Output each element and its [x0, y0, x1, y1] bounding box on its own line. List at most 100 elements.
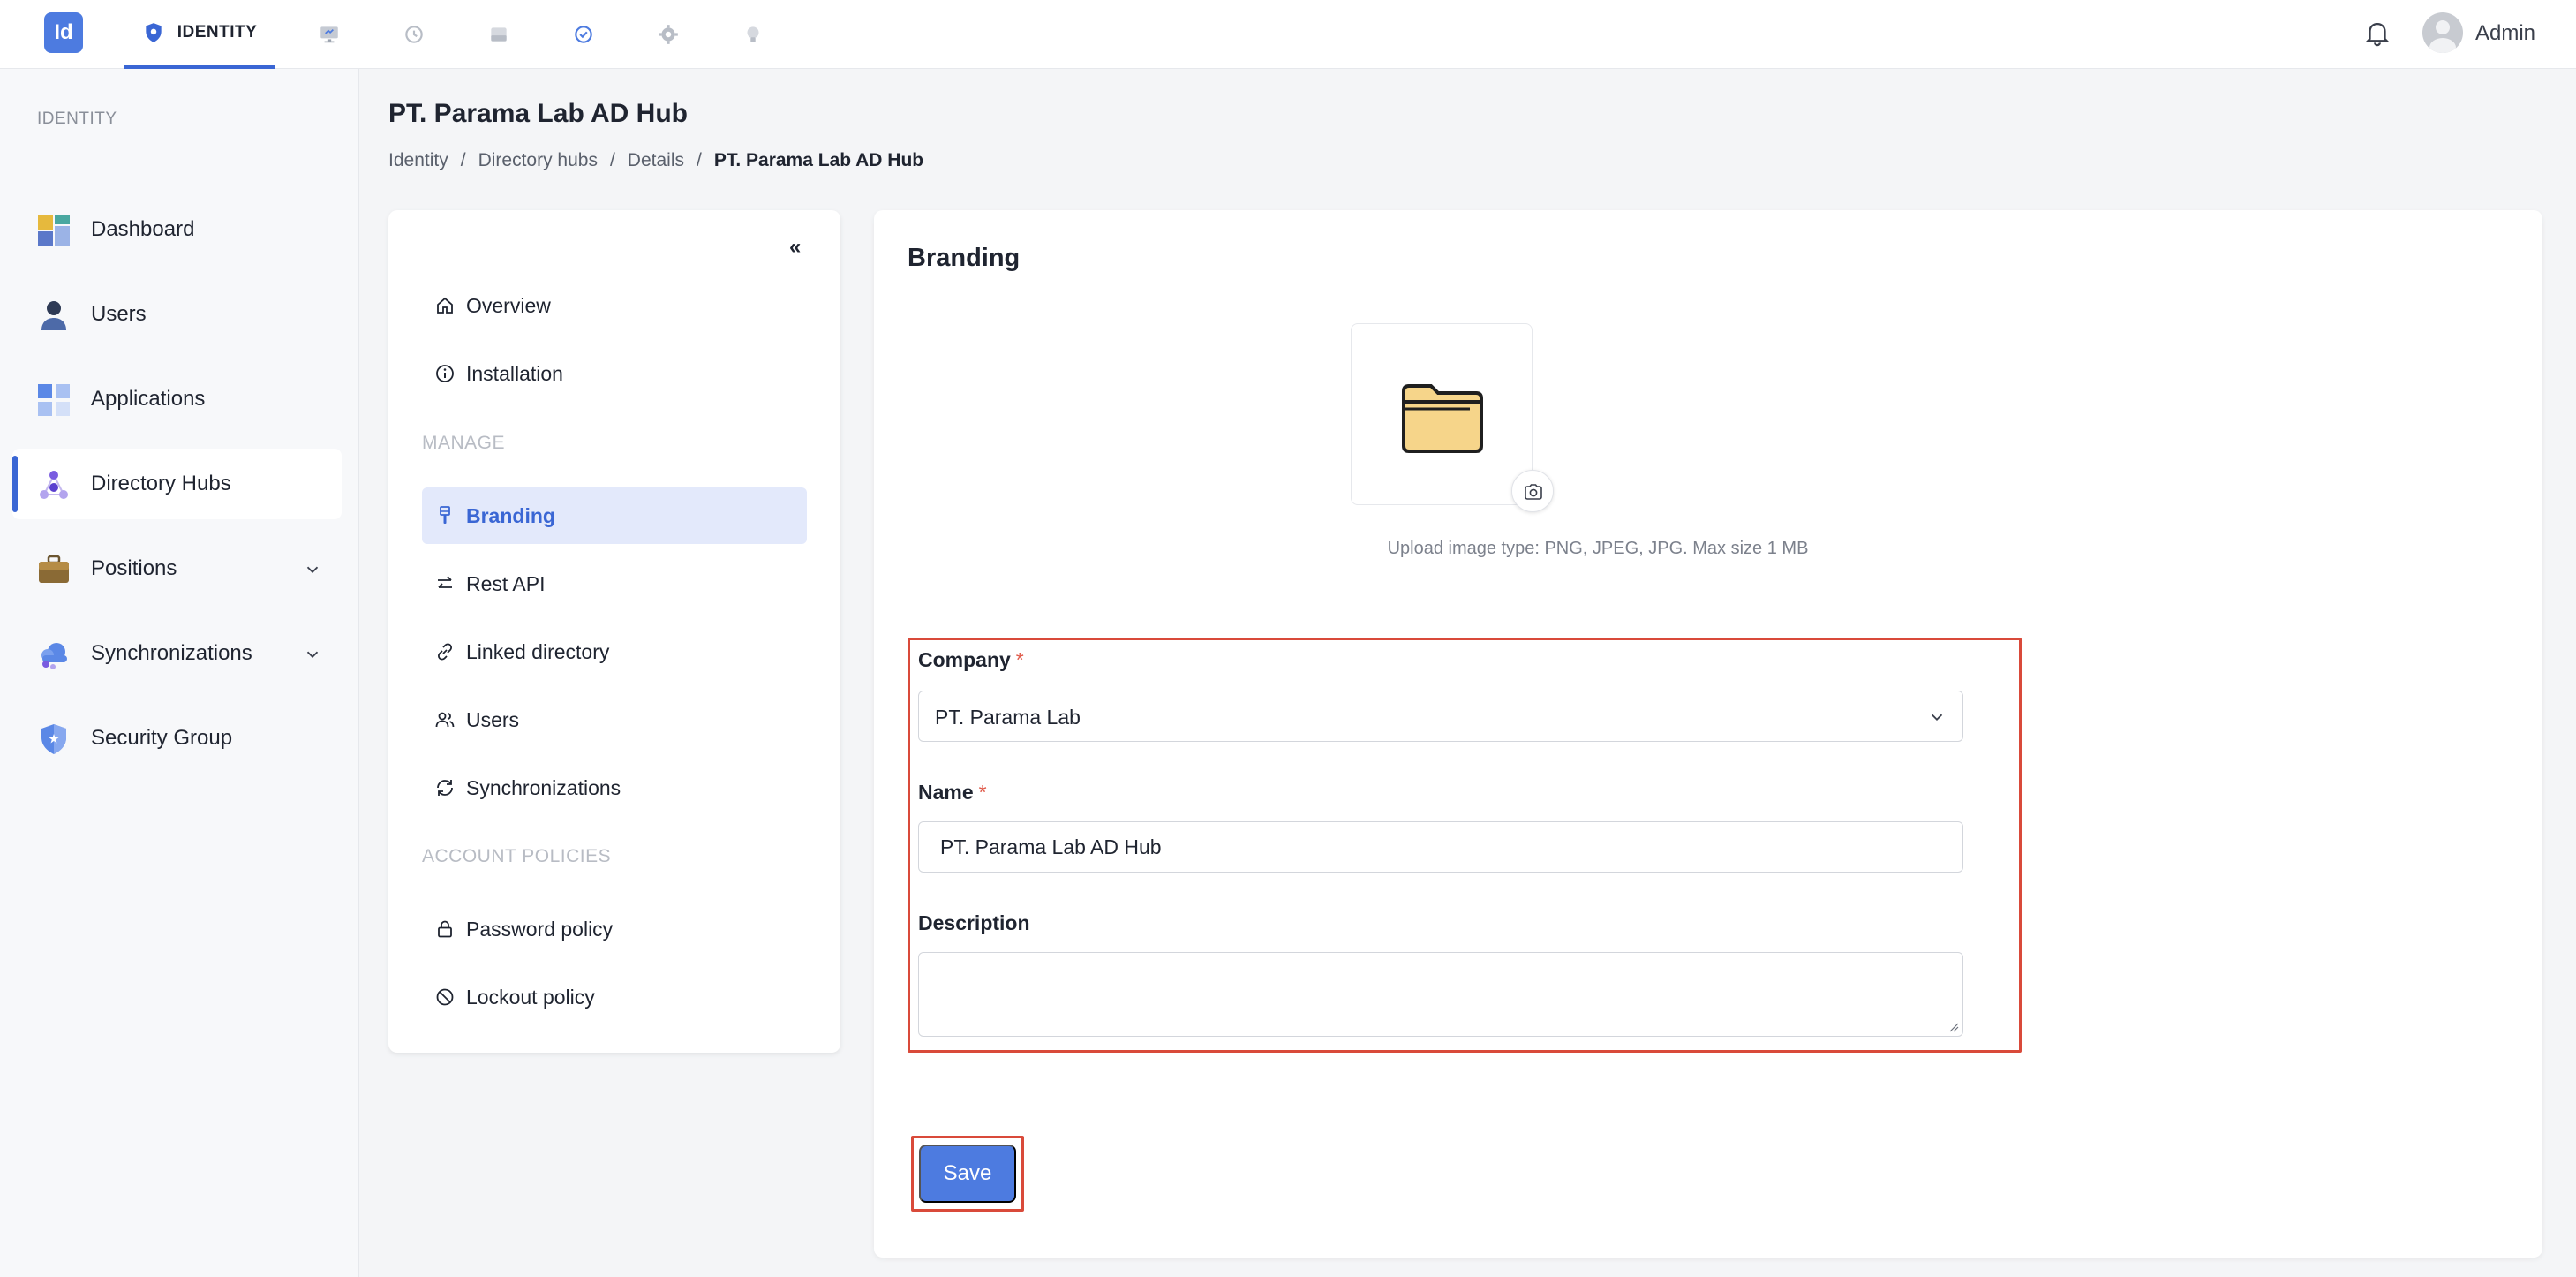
tab-history[interactable]: [397, 0, 431, 69]
required-mark: *: [1015, 648, 1024, 671]
lock-icon: [438, 920, 452, 938]
nav-lockout-policy[interactable]: Lockout policy: [422, 969, 807, 1025]
info-icon: [436, 365, 454, 382]
shield-icon: [146, 23, 162, 42]
name-field[interactable]: [918, 821, 1963, 873]
breadcrumb: Identity / Directory hubs / Details / PT…: [388, 150, 923, 171]
sidebar-item-synchronizations[interactable]: Synchronizations: [12, 618, 342, 689]
sidebar-item-directory-hubs[interactable]: Directory Hubs: [12, 449, 342, 519]
security-shield-icon: [41, 724, 66, 754]
avatar[interactable]: [2422, 12, 2463, 53]
nav-installation[interactable]: Installation: [422, 345, 807, 402]
nav-password-policy[interactable]: Password policy: [422, 901, 807, 957]
sidebar-section-label: IDENTITY: [37, 110, 117, 128]
user-name[interactable]: Admin: [2475, 21, 2535, 46]
save-button[interactable]: Save: [919, 1145, 1016, 1203]
nav-rest-api[interactable]: Rest API: [422, 555, 807, 612]
link-icon: [437, 643, 453, 661]
tab-monitor[interactable]: [313, 0, 346, 69]
sidebar-item-applications[interactable]: Applications: [12, 364, 342, 434]
breadcrumb-separator: /: [609, 150, 615, 170]
folder-icon: [1402, 384, 1483, 453]
nav-section-manage: MANAGE: [422, 433, 506, 453]
sidebar-item-security-group[interactable]: Security Group: [12, 703, 342, 774]
history-icon: [405, 26, 423, 43]
collapse-button[interactable]: «: [789, 235, 801, 260]
users-icon: [435, 712, 455, 728]
sidebar-item-users[interactable]: Users: [12, 279, 342, 350]
hub-settings-nav: « Overview Installation MANAGE Branding …: [388, 210, 840, 1053]
sidebar: IDENTITY Dashboard Users Applications Di…: [0, 69, 359, 1277]
company-label: Company *: [918, 648, 1024, 672]
tab-ideas[interactable]: [736, 0, 770, 69]
nav-label: Overview: [466, 294, 551, 317]
breadcrumb-directory-hubs[interactable]: Directory hubs: [478, 150, 598, 171]
tab-tasks[interactable]: [567, 0, 600, 69]
page-title: PT. Parama Lab AD Hub: [388, 99, 688, 128]
chevron-down-icon[interactable]: [303, 645, 322, 664]
upload-hint-text: Upload image type: PNG, JPEG, JPG. Max s…: [874, 539, 2013, 559]
gear-icon: [659, 25, 678, 44]
breadcrumb-current: PT. Parama Lab AD Hub: [713, 150, 924, 170]
tab-settings[interactable]: [652, 0, 685, 69]
chevron-down-icon[interactable]: [303, 560, 322, 579]
company-label-text: Company: [918, 648, 1011, 671]
sidebar-item-label: Positions: [91, 556, 177, 580]
directory-hubs-icon: [40, 471, 68, 499]
sidebar-item-label: Synchronizations: [91, 641, 252, 665]
nav-branding[interactable]: Branding: [422, 487, 807, 544]
nav-section-account-policies: ACCOUNT POLICIES: [422, 846, 612, 866]
chevron-down-icon: [1931, 714, 1943, 722]
resize-grip-icon[interactable]: [1948, 1022, 1959, 1032]
breadcrumb-separator: /: [460, 150, 466, 170]
nav-label: Synchronizations: [466, 776, 621, 799]
name-label-text: Name: [918, 781, 974, 804]
drive-icon: [491, 27, 507, 42]
user-icon: [41, 301, 66, 330]
logo-upload-area[interactable]: [1351, 323, 1533, 505]
app-logo[interactable]: Id: [44, 12, 83, 53]
camera-icon: [1525, 484, 1542, 500]
brush-icon: [440, 506, 450, 524]
sidebar-item-label: Directory Hubs: [91, 472, 231, 495]
breadcrumb-identity[interactable]: Identity: [388, 150, 448, 171]
nav-label: Password policy: [466, 918, 614, 941]
tab-identity[interactable]: IDENTITY: [124, 0, 275, 69]
breadcrumb-details[interactable]: Details: [628, 150, 684, 171]
sidebar-item-positions[interactable]: Positions: [12, 533, 342, 604]
ban-icon: [436, 988, 454, 1006]
cloud-sync-icon: [41, 643, 67, 669]
nav-label: Installation: [466, 362, 563, 385]
nav-label: Branding: [466, 504, 555, 527]
branding-title: Branding: [908, 244, 1021, 272]
user-avatar-icon: [2429, 20, 2456, 53]
branding-panel: Branding Upload image type: PNG, JPEG, J…: [874, 210, 2542, 1258]
sidebar-item-dashboard[interactable]: Dashboard: [12, 194, 342, 265]
nav-synchronizations[interactable]: Synchronizations: [422, 759, 807, 816]
bell-icon[interactable]: [2362, 18, 2392, 48]
tab-identity-label: IDENTITY: [177, 23, 258, 42]
refresh-icon: [437, 780, 453, 796]
nav-label: Users: [466, 708, 520, 731]
sidebar-item-label: Applications: [91, 387, 206, 411]
check-circle-icon: [575, 26, 592, 43]
bulb-icon: [747, 26, 759, 42]
upload-image-button[interactable]: [1511, 470, 1554, 512]
description-label: Description: [918, 911, 1030, 934]
description-field[interactable]: [918, 952, 1963, 1037]
company-select[interactable]: PT. Parama Lab: [918, 691, 1963, 742]
upload-hint-label: Upload image type: PNG, JPEG, JPG. Max s…: [1387, 539, 1809, 558]
tab-drive[interactable]: [482, 0, 516, 69]
nav-overview[interactable]: Overview: [422, 277, 807, 334]
nav-users[interactable]: Users: [422, 691, 807, 748]
nav-label: Linked directory: [466, 640, 610, 663]
sidebar-item-label: Dashboard: [91, 217, 195, 241]
applications-icon: [38, 384, 70, 416]
company-select-value: PT. Parama Lab: [935, 706, 1081, 729]
swap-icon: [438, 576, 452, 588]
dashboard-icon: [38, 215, 70, 246]
breadcrumb-separator: /: [697, 150, 702, 170]
nav-linked-directory[interactable]: Linked directory: [422, 623, 807, 680]
home-icon: [437, 297, 453, 314]
top-navbar: Id IDENTITY Admin: [0, 0, 2576, 69]
